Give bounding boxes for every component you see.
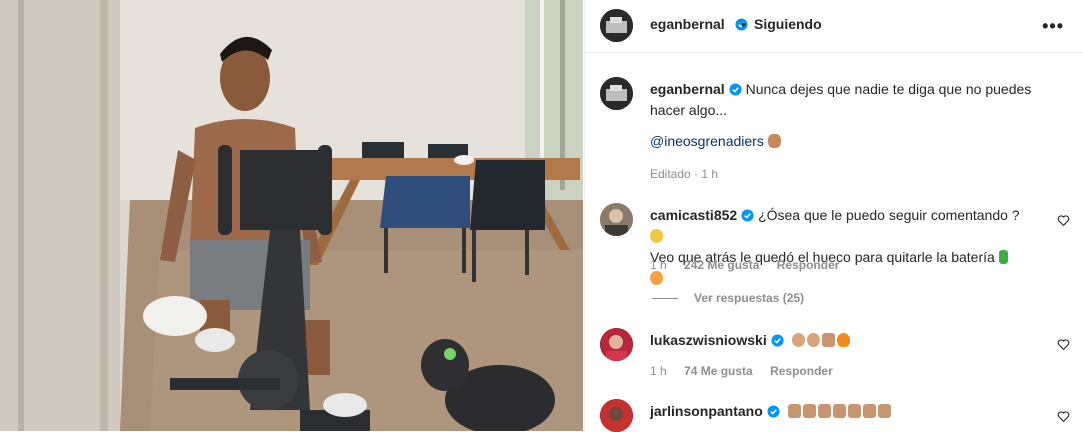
comment-likes[interactable]: 74 Me gusta	[684, 364, 753, 378]
verified-badge-icon	[771, 334, 784, 347]
heart-eyes-emoji-icon	[650, 271, 663, 285]
comment-text: ¿Ósea que le puedo seguir comentando ?	[758, 207, 1020, 223]
clap-emoji-icon	[806, 333, 820, 347]
edited-label: Editado	[650, 167, 691, 181]
raised-hands-emoji-icon	[817, 404, 831, 418]
raised-hands-emoji-icon	[821, 333, 835, 347]
more-options-icon[interactable]: •••	[1042, 16, 1064, 37]
replies-divider	[652, 297, 678, 299]
post-image	[0, 0, 583, 431]
commenter-username[interactable]: lukaszwisniowski	[650, 332, 767, 348]
like-heart-icon[interactable]	[1057, 410, 1070, 423]
post-header: eganbernal • Siguiendo •••	[585, 0, 1083, 53]
view-replies-button[interactable]: Ver respuestas (25)	[652, 291, 804, 305]
separator-dot: ·	[694, 167, 699, 181]
comment-text-block: camicasti852 ¿Ósea que le puedo seguir c…	[650, 205, 1025, 289]
raised-hands-emoji-icon	[862, 404, 876, 418]
caption-username[interactable]: eganbernal	[650, 81, 725, 97]
caption-mention: @ineosgrenadiers	[650, 133, 783, 149]
raised-hands-emoji-icon	[877, 404, 891, 418]
separator-dot: •	[741, 16, 746, 32]
mention-link[interactable]: @ineosgrenadiers	[650, 133, 764, 149]
sad-face-emoji-icon	[650, 229, 663, 243]
comment-meta: 1 h 242 Me gusta Responder	[650, 258, 853, 272]
comment-time[interactable]: 1 h	[650, 258, 667, 272]
author-username[interactable]: eganbernal	[650, 16, 725, 32]
commenter-username[interactable]: camicasti852	[650, 207, 737, 223]
post-photo[interactable]	[0, 0, 583, 431]
caption-text-block: eganbernal Nunca dejes que nadie te diga…	[650, 79, 1050, 121]
view-replies-label: Ver respuestas (25)	[694, 291, 805, 305]
caption-time[interactable]: 1 h	[701, 167, 718, 181]
verified-badge-icon	[729, 83, 742, 96]
comment-text-block: jarlinsonpantano	[650, 401, 1025, 422]
comment-text-block: lukaszwisniowski	[650, 330, 1025, 351]
author-avatar[interactable]	[600, 9, 633, 42]
post-panel: eganbernal • Siguiendo ••• eganbernal Nu…	[584, 0, 1083, 432]
reply-button[interactable]: Responder	[777, 258, 840, 272]
commenter-username[interactable]: jarlinsonpantano	[650, 403, 763, 419]
clap-emoji-icon	[791, 333, 805, 347]
commenter-avatar[interactable]	[600, 203, 633, 236]
comment-time[interactable]: 1 h	[650, 364, 667, 378]
verified-badge-icon	[741, 209, 754, 222]
like-heart-icon[interactable]	[1057, 214, 1070, 227]
caption-avatar[interactable]	[600, 77, 633, 110]
raised-hands-emoji-icon	[832, 404, 846, 418]
verified-badge-icon	[767, 405, 780, 418]
commenter-avatar[interactable]	[600, 328, 633, 361]
comment-likes[interactable]: 242 Me gusta	[684, 258, 759, 272]
battery-emoji-icon	[998, 250, 1008, 264]
following-button[interactable]: Siguiendo	[754, 16, 822, 32]
like-heart-icon[interactable]	[1057, 338, 1070, 351]
commenter-avatar[interactable]	[600, 399, 633, 432]
raised-hands-emoji-icon	[847, 404, 861, 418]
hand-emoji-icon	[767, 134, 781, 148]
raised-hands-emoji-icon	[802, 404, 816, 418]
reply-button[interactable]: Responder	[770, 364, 833, 378]
fire-emoji-icon	[836, 333, 850, 347]
comment-meta: 1 h 74 Me gusta Responder	[650, 364, 847, 378]
raised-hands-emoji-icon	[787, 404, 801, 418]
caption-meta: Editado · 1 h	[650, 167, 718, 181]
